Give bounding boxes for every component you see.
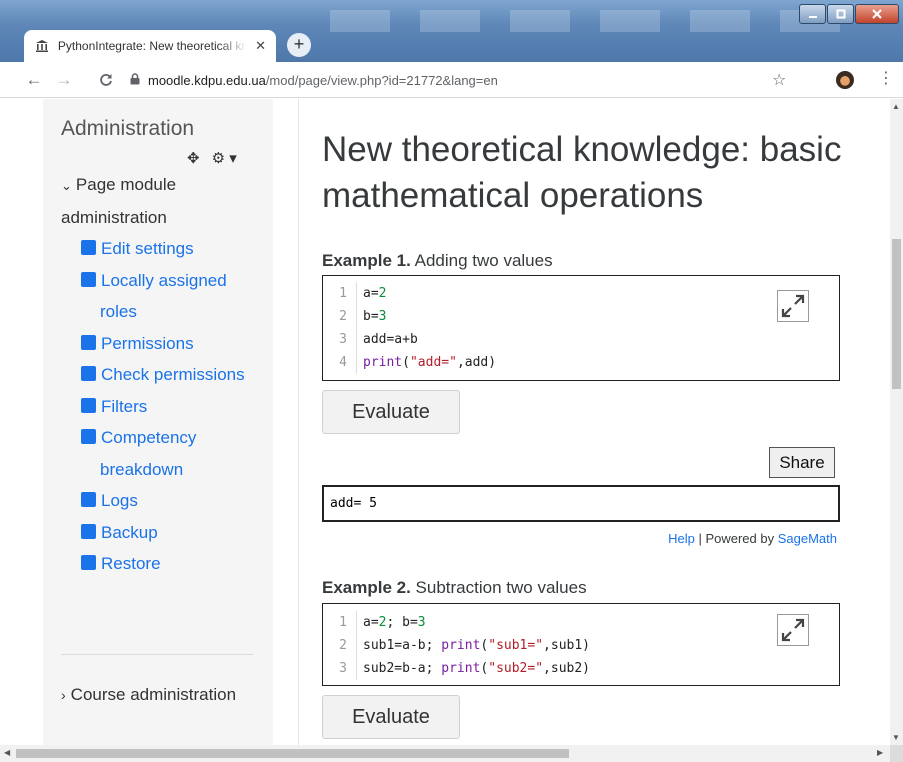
- course-admin-label: Course administration: [70, 685, 237, 704]
- code-line: 1 a=2; b=3: [323, 611, 839, 634]
- sidebar-item-filters[interactable]: Filters: [80, 391, 261, 423]
- url-host: moodle.kdpu.edu.ua: [148, 72, 266, 88]
- block-controls: ✥ ⚙ ▾: [187, 149, 237, 167]
- tab-title: PythonIntegrate: New theoretical knowled…: [57, 39, 248, 53]
- square-bullet-icon: [81, 555, 96, 570]
- address-bar[interactable]: moodle.kdpu.edu.ua/mod/page/view.php?id=…: [130, 67, 830, 93]
- scroll-up-icon[interactable]: ▲: [892, 102, 900, 111]
- expand-icon[interactable]: [777, 614, 809, 646]
- square-bullet-icon: [81, 366, 96, 381]
- share-button[interactable]: Share: [769, 447, 835, 478]
- square-bullet-icon: [81, 429, 96, 444]
- evaluate-button[interactable]: Evaluate: [322, 390, 460, 434]
- square-bullet-icon: [81, 397, 96, 413]
- expand-icon[interactable]: [777, 290, 809, 322]
- sidebar-divider: [61, 654, 253, 655]
- scroll-down-icon[interactable]: ▼: [892, 733, 900, 742]
- institution-icon: [34, 38, 50, 54]
- square-bullet-icon: [81, 271, 96, 287]
- example1-heading: Example 1. Adding two values: [322, 251, 553, 270]
- sidebar-item-edit-settings[interactable]: Edit settings: [80, 233, 261, 265]
- square-bullet-icon: [81, 523, 96, 539]
- help-line: Help | Powered by SageMath: [668, 531, 837, 546]
- reload-icon[interactable]: [94, 68, 118, 92]
- course-admin-node[interactable]: › Course administration: [61, 679, 261, 711]
- code-line: 2 b=3: [323, 305, 839, 328]
- back-arrow-icon[interactable]: ←: [22, 68, 46, 92]
- lock-icon: [130, 72, 140, 88]
- output-box: add= 5: [322, 485, 840, 522]
- sidebar-title: Administration: [61, 117, 195, 140]
- browser-toolbar: ← → moodle.kdpu.edu.ua/mod/page/view.php…: [0, 62, 903, 98]
- bookmark-star-icon[interactable]: ☆: [772, 70, 786, 90]
- example2-heading: Example 2. Subtraction two values: [322, 578, 587, 597]
- square-bullet-icon: [81, 492, 96, 507]
- sidebar-item-logs[interactable]: Logs: [80, 485, 261, 517]
- forward-arrow-icon[interactable]: →: [52, 68, 76, 92]
- square-bullet-icon: [81, 334, 96, 350]
- code-line: 1 a=2: [323, 282, 839, 305]
- sidebar-item-permissions[interactable]: Permissions: [80, 328, 261, 360]
- admin-sidebar: Administration ✥ ⚙ ▾ ⌄ Page module admini…: [43, 99, 273, 745]
- code-line: 4 print("add=",add): [323, 351, 839, 374]
- sidebar-item-locally-assigned-roles[interactable]: Locally assigned roles: [80, 265, 261, 328]
- page-module-admin-node[interactable]: ⌄ Page module administration: [61, 169, 261, 233]
- sidebar-item-competency-breakdown[interactable]: Competency breakdown: [80, 422, 261, 485]
- page-viewport: Administration ✥ ⚙ ▾ ⌄ Page module admini…: [0, 99, 890, 745]
- close-window-button[interactable]: [855, 4, 899, 24]
- sidebar-item-backup[interactable]: Backup: [80, 517, 261, 549]
- maximize-button[interactable]: [827, 4, 854, 24]
- sidebar-item-check-permissions[interactable]: Check permissions: [80, 359, 261, 391]
- horizontal-scrollbar[interactable]: ◀ ▶: [0, 745, 890, 762]
- window-controls: [798, 4, 899, 26]
- scroll-corner: [890, 745, 903, 762]
- url-path: /mod/page/view.php?id=21772&lang=en: [265, 72, 498, 88]
- scroll-right-icon[interactable]: ▶: [877, 748, 883, 757]
- page-title: New theoretical knowledge: basic mathema…: [322, 130, 842, 215]
- content-divider: [298, 99, 299, 745]
- new-tab-button[interactable]: +: [287, 33, 311, 57]
- profile-avatar[interactable]: [836, 71, 854, 89]
- evaluate-button-2[interactable]: Evaluate: [322, 695, 460, 739]
- example1-code-editor[interactable]: 1 a=2 2 b=3 3 add=a+b 4 print("add=",add): [322, 275, 840, 381]
- page-module-admin-label: Page module administration: [61, 175, 177, 227]
- scroll-left-icon[interactable]: ◀: [4, 748, 10, 757]
- menu-kebab-icon[interactable]: ⋮: [878, 68, 894, 88]
- window-titlebar: PythonIntegrate: New theoretical knowled…: [0, 0, 903, 62]
- horizontal-scroll-thumb[interactable]: [16, 749, 569, 758]
- code-line: 3 sub2=b-a; print("sub2=",sub2): [323, 657, 839, 680]
- square-bullet-icon: [81, 240, 96, 255]
- minimize-button[interactable]: [799, 4, 826, 24]
- sagemath-link[interactable]: SageMath: [778, 531, 837, 546]
- example2-code-editor[interactable]: 1 a=2; b=3 2 sub1=a-b; print("sub1=",sub1)…: [322, 603, 840, 686]
- move-icon[interactable]: ✥: [187, 149, 200, 167]
- chevron-down-icon: ⌄: [61, 178, 72, 193]
- gear-icon[interactable]: ⚙ ▾: [212, 149, 237, 167]
- chevron-right-icon: ›: [61, 687, 66, 703]
- help-link[interactable]: Help: [668, 531, 695, 546]
- admin-tree: ⌄ Page module administration Edit setting…: [61, 169, 261, 580]
- vertical-scrollbar[interactable]: ▲ ▼: [890, 99, 903, 745]
- code-line: 3 add=a+b: [323, 328, 839, 351]
- vertical-scroll-thumb[interactable]: [892, 239, 901, 389]
- window-glass: [330, 10, 870, 32]
- browser-tab[interactable]: PythonIntegrate: New theoretical knowled…: [24, 30, 276, 62]
- close-tab-icon[interactable]: ✕: [255, 38, 266, 54]
- code-line: 2 sub1=a-b; print("sub1=",sub1): [323, 634, 839, 657]
- sidebar-item-restore[interactable]: Restore: [80, 548, 261, 580]
